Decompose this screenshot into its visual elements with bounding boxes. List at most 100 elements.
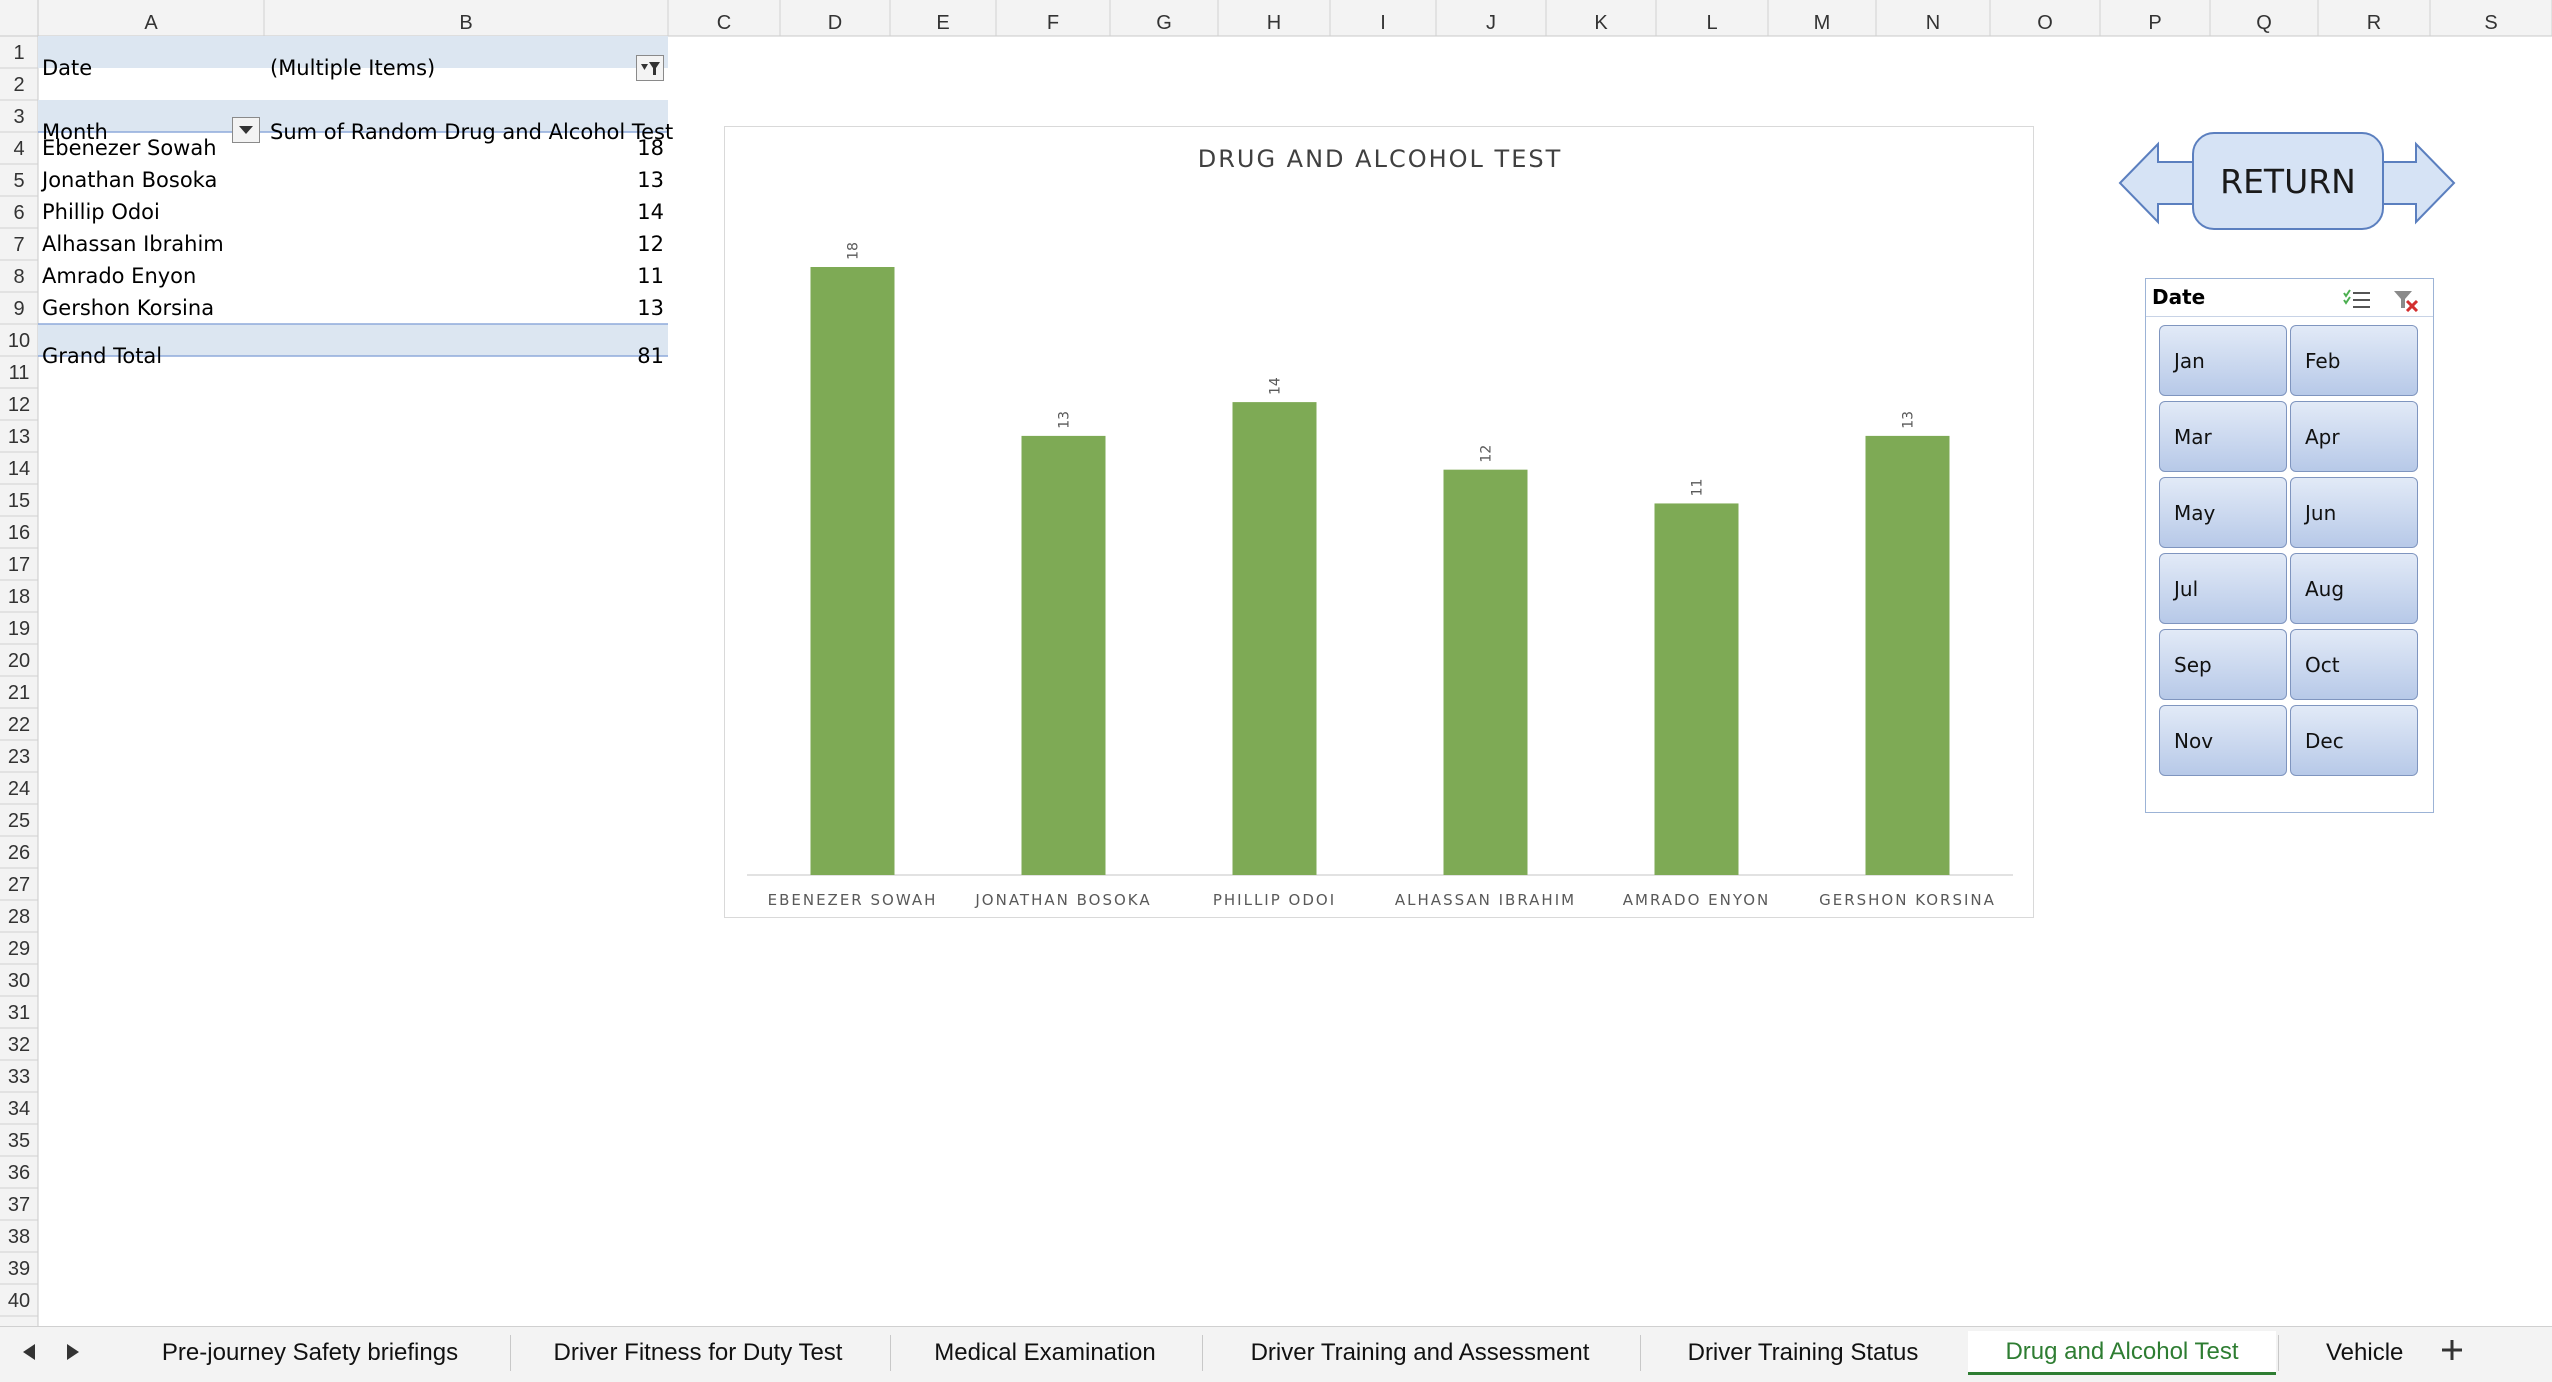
slicer-item-oct[interactable]: Oct	[2290, 629, 2418, 700]
slicer-item-apr[interactable]: Apr	[2290, 401, 2418, 472]
row-header[interactable]: 7	[13, 234, 24, 256]
column-header[interactable]: J	[1486, 12, 1496, 34]
slicer-item-jul[interactable]: Jul	[2159, 553, 2287, 624]
pivot-row-value[interactable]: 14	[560, 196, 664, 228]
pivot-row-name[interactable]: Phillip Odoi	[42, 196, 160, 228]
row-header[interactable]: 24	[8, 778, 30, 800]
bar[interactable]	[1021, 435, 1106, 875]
row-header[interactable]: 38	[8, 1226, 30, 1248]
column-header[interactable]: P	[2148, 12, 2161, 34]
row-header[interactable]: 14	[8, 458, 30, 480]
row-header[interactable]: 35	[8, 1130, 30, 1152]
row-header[interactable]: 21	[8, 682, 30, 704]
row-header[interactable]: 18	[8, 586, 30, 608]
column-header[interactable]: L	[1706, 12, 1717, 34]
column-header[interactable]: G	[1156, 12, 1172, 34]
column-header[interactable]: N	[1926, 12, 1940, 34]
pivot-row-name[interactable]: Ebenezer Sowah	[42, 132, 217, 164]
pivot-row-value[interactable]: 11	[560, 260, 664, 292]
column-header[interactable]: F	[1047, 12, 1059, 34]
row-header[interactable]: 15	[8, 490, 30, 512]
tab-driver-fitness-for-duty-test[interactable]: Driver Fitness for Duty Test	[508, 1331, 888, 1375]
slicer-item-jan[interactable]: Jan	[2159, 325, 2287, 396]
bar-chart[interactable]: DRUG AND ALCOHOL TEST 18 EBENEZER SOWAH 13 J…	[724, 126, 2034, 918]
row-header[interactable]: 31	[8, 1002, 30, 1024]
bar[interactable]	[1443, 469, 1528, 875]
row-header[interactable]: 10	[8, 330, 30, 352]
row-header[interactable]: 30	[8, 970, 30, 992]
row-header[interactable]: 13	[8, 426, 30, 448]
bar[interactable]	[1232, 402, 1317, 875]
row-header[interactable]: 12	[8, 394, 30, 416]
row-header[interactable]: 37	[8, 1194, 30, 1216]
pivot-row-value[interactable]: 13	[560, 292, 664, 324]
add-sheet-button[interactable]	[2437, 1335, 2467, 1365]
pivot-row-dropdown[interactable]	[232, 117, 260, 143]
row-header[interactable]: 29	[8, 938, 30, 960]
slicer-item-dec[interactable]: Dec	[2290, 705, 2418, 776]
tab-driver-training-and-assessment[interactable]: Driver Training and Assessment	[1202, 1331, 1638, 1375]
column-header[interactable]: S	[2484, 12, 2497, 34]
column-header[interactable]: M	[1814, 12, 1831, 34]
row-header[interactable]: 34	[8, 1098, 30, 1120]
clear-filter-icon[interactable]	[2392, 288, 2420, 312]
column-header[interactable]: A	[144, 12, 158, 34]
slicer-item-nov[interactable]: Nov	[2159, 705, 2287, 776]
pivot-row-value[interactable]: 12	[560, 228, 664, 260]
row-header[interactable]: 3	[13, 106, 24, 128]
column-header[interactable]: R	[2367, 12, 2381, 34]
tab-vehicle[interactable]: Vehicle	[2286, 1331, 2420, 1375]
column-header[interactable]: Q	[2256, 12, 2272, 34]
column-header[interactable]: C	[717, 12, 731, 34]
bar[interactable]	[1654, 503, 1739, 875]
column-header[interactable]: B	[459, 12, 472, 34]
pivot-row-name[interactable]: Alhassan Ibrahim	[42, 228, 224, 260]
return-navigation[interactable]: RETURN	[2118, 128, 2458, 238]
row-header[interactable]: 23	[8, 746, 30, 768]
row-header[interactable]: 28	[8, 906, 30, 928]
row-header[interactable]: 32	[8, 1034, 30, 1056]
slicer-item-mar[interactable]: Mar	[2159, 401, 2287, 472]
column-header[interactable]: H	[1267, 12, 1281, 34]
pivot-filter-dropdown[interactable]	[636, 55, 664, 81]
pivot-row-name[interactable]: Amrado Enyon	[42, 260, 196, 292]
column-header[interactable]: D	[828, 12, 842, 34]
slicer-item-may[interactable]: May	[2159, 477, 2287, 548]
pivot-row-name[interactable]: Jonathan Bosoka	[42, 164, 217, 196]
slicer-item-aug[interactable]: Aug	[2290, 553, 2418, 624]
column-header[interactable]: K	[1594, 12, 1608, 34]
tab-driver-training-status[interactable]: Driver Training Status	[1640, 1331, 1966, 1375]
row-header[interactable]: 26	[8, 842, 30, 864]
row-header[interactable]: 16	[8, 522, 30, 544]
return-button[interactable]: RETURN	[2192, 132, 2384, 230]
row-header[interactable]: 1	[13, 42, 24, 64]
pivot-row-value[interactable]: 18	[560, 132, 664, 164]
tab-pre-journey-safety-briefings[interactable]: Pre-journey Safety briefings	[112, 1331, 508, 1375]
row-header[interactable]: 8	[13, 266, 24, 288]
multi-select-icon[interactable]	[2342, 288, 2372, 310]
spreadsheet-grid[interactable]: A B C D E F G H I J K L M N O P Q R S 1 2 3 4 5 6 7 8 9 10 11 12 13 14 15…	[0, 0, 2552, 1326]
row-header[interactable]: 25	[8, 810, 30, 832]
tab-drug-and-alcohol-test[interactable]: Drug and Alcohol Test	[1968, 1331, 2276, 1375]
slicer-item-feb[interactable]: Feb	[2290, 325, 2418, 396]
row-header[interactable]: 6	[13, 202, 24, 224]
tab-scroll-next[interactable]	[58, 1337, 88, 1367]
row-header[interactable]: 27	[8, 874, 30, 896]
row-header[interactable]: 2	[13, 74, 24, 96]
row-header[interactable]: 17	[8, 554, 30, 576]
slicer-item-jun[interactable]: Jun	[2290, 477, 2418, 548]
row-header[interactable]: 5	[13, 170, 24, 192]
date-slicer[interactable]: Date Jan Feb Mar Apr May Jun Jul Aug Sep Oct Nov De…	[2145, 278, 2434, 813]
bar[interactable]	[1865, 435, 1950, 875]
row-header[interactable]: 4	[13, 138, 24, 160]
row-header[interactable]: 36	[8, 1162, 30, 1184]
row-header[interactable]: 39	[8, 1258, 30, 1280]
slicer-item-sep[interactable]: Sep	[2159, 629, 2287, 700]
row-header[interactable]: 9	[13, 298, 24, 320]
column-header[interactable]: I	[1380, 12, 1386, 34]
row-header[interactable]: 19	[8, 618, 30, 640]
row-header[interactable]: 33	[8, 1066, 30, 1088]
row-header[interactable]: 11	[9, 362, 30, 384]
row-header[interactable]: 40	[8, 1290, 30, 1312]
row-header[interactable]: 20	[8, 650, 30, 672]
